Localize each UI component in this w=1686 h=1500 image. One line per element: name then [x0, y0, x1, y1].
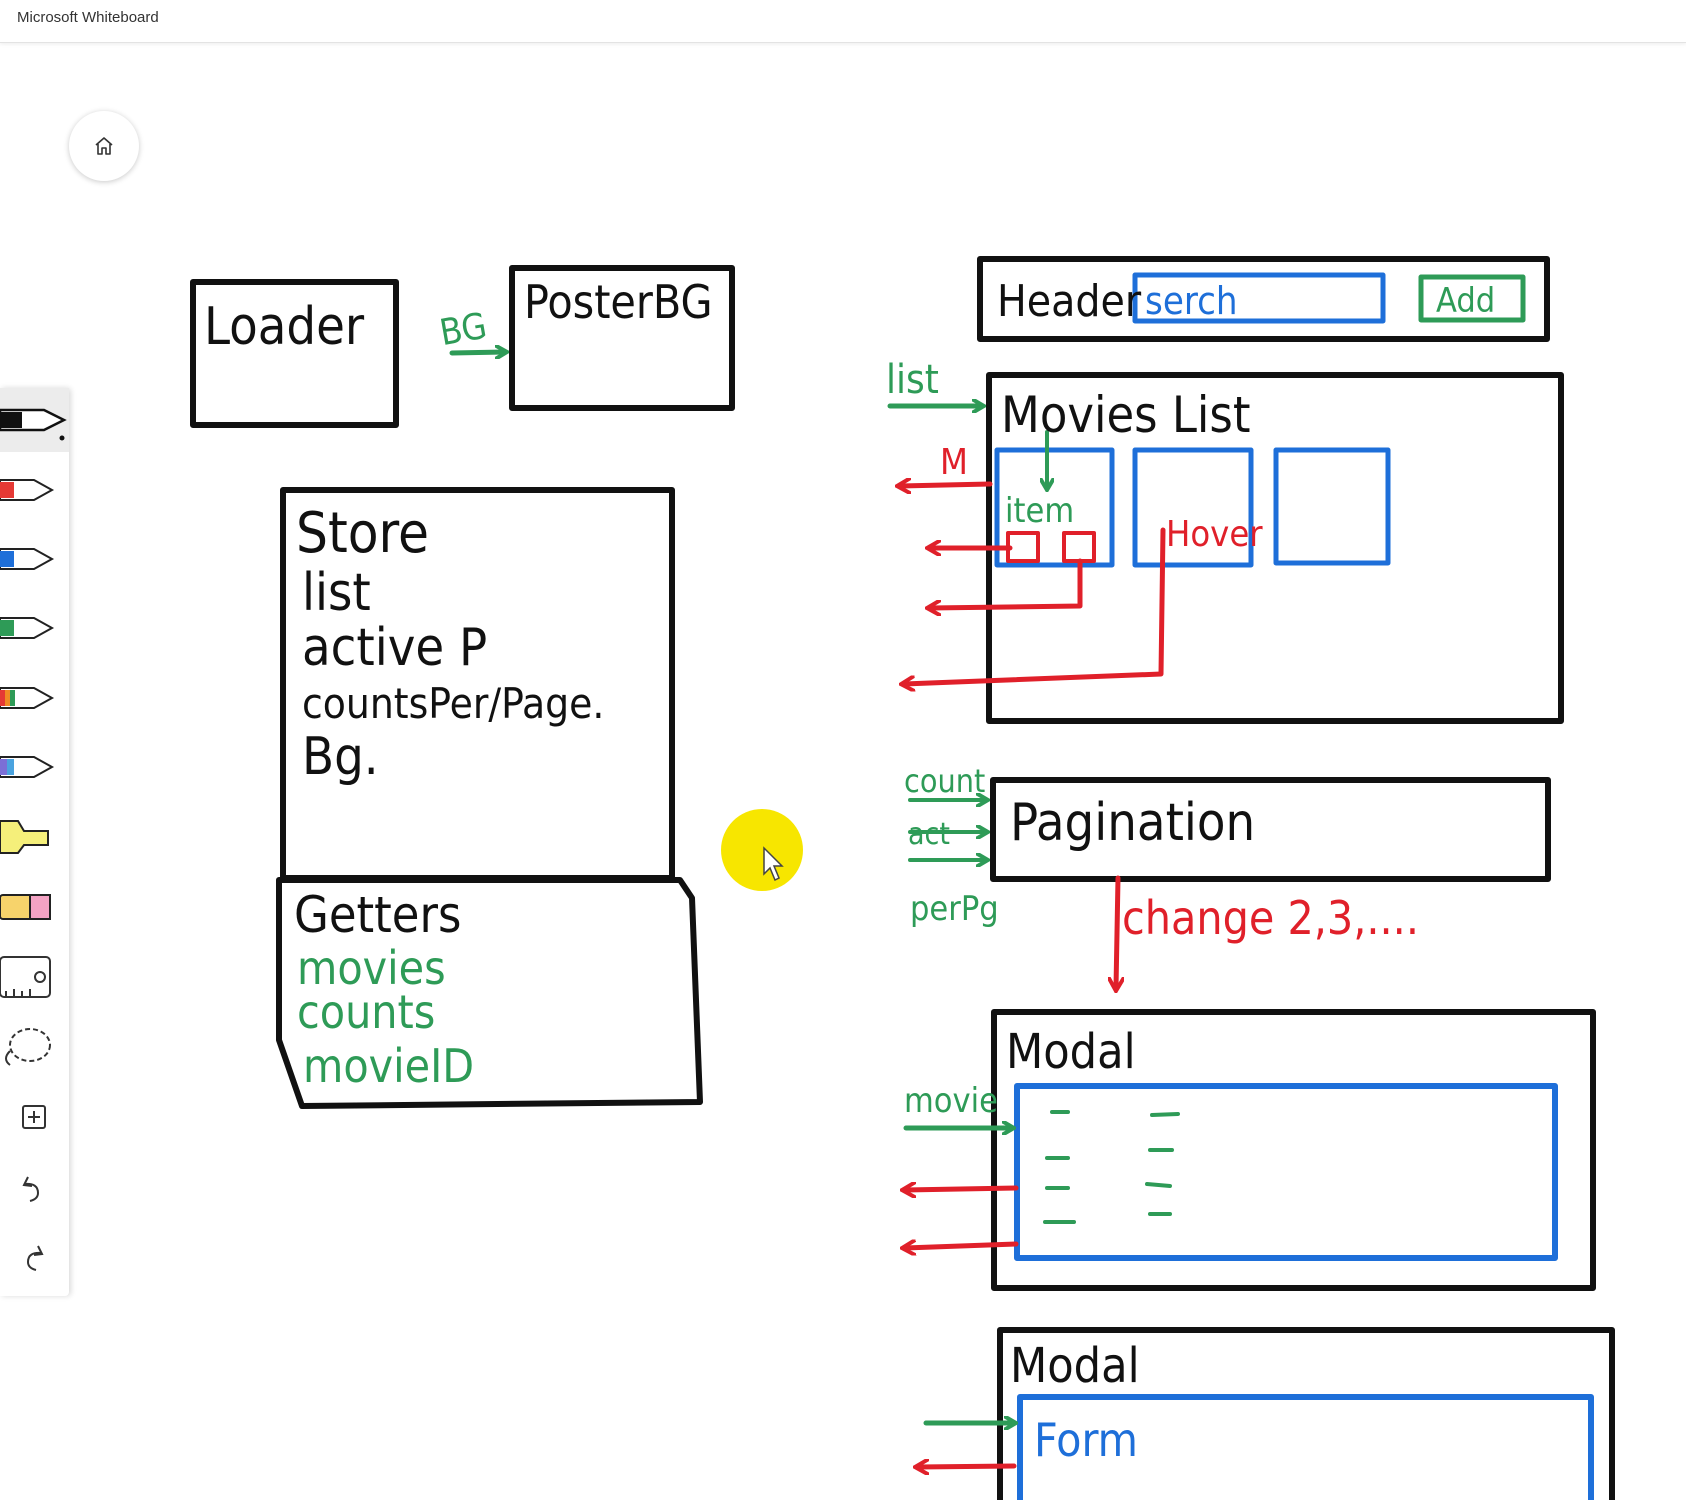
add-tool[interactable] — [0, 1085, 69, 1149]
redo-tool[interactable] — [0, 1224, 69, 1288]
ruler-icon — [0, 956, 51, 998]
galaxy-pen-icon — [0, 756, 55, 778]
green-pen-icon — [0, 617, 55, 639]
output-arrow-m — [900, 484, 993, 486]
rainbow-pen-icon — [0, 687, 55, 709]
modal-1-label: Modal — [1006, 1024, 1136, 1080]
item-button-1 — [1006, 531, 1040, 563]
getter-2: counts — [297, 985, 435, 1039]
pagination-label: Pagination — [1010, 793, 1255, 853]
modal-2-output — [918, 1466, 1017, 1467]
pen-red-tool[interactable] — [0, 458, 69, 522]
eraser-tool[interactable] — [0, 875, 69, 939]
store-line-2: active P — [302, 618, 487, 678]
pen-rainbow-tool[interactable] — [0, 666, 69, 730]
lasso-tool[interactable] — [0, 1015, 69, 1079]
search-label: serch — [1145, 279, 1238, 323]
movie-input-label: movie — [904, 1081, 998, 1121]
form-label: Form — [1034, 1413, 1138, 1467]
hover-label: Hover — [1166, 514, 1263, 555]
home-button[interactable] — [69, 111, 139, 181]
undo-icon — [22, 1176, 40, 1202]
eraser-icon — [0, 894, 51, 920]
undo-tool[interactable] — [0, 1155, 69, 1219]
output-arrow-2 — [930, 558, 1083, 608]
highlighter-icon — [0, 820, 49, 854]
pen-black-tool[interactable] — [0, 388, 69, 452]
movie-item-3 — [1273, 447, 1391, 566]
blue-pen-icon — [0, 548, 55, 570]
item-button-2 — [1062, 531, 1096, 563]
home-icon — [95, 137, 113, 155]
add-label: Add — [1436, 281, 1495, 321]
act-input-label: act — [908, 817, 950, 852]
ink-toolbar — [0, 388, 69, 1296]
pen-green-tool[interactable] — [0, 596, 69, 660]
lasso-icon — [5, 1028, 51, 1066]
whiteboard-canvas[interactable]: Loader BG PosterBG Store list active P c… — [0, 0, 1686, 1500]
bg-label: BG — [437, 306, 490, 354]
cursor-highlight — [721, 809, 803, 891]
movies-list-label: Movies List — [1001, 386, 1250, 444]
black-pen-icon — [0, 408, 67, 441]
list-label: list — [886, 357, 939, 403]
poster-label: PosterBG — [524, 275, 713, 329]
redo-icon — [26, 1245, 44, 1271]
pen-blue-tool[interactable] — [0, 527, 69, 591]
bg-arrow — [449, 352, 505, 353]
getter-3: movieID — [303, 1039, 474, 1093]
store-line-1: list — [302, 563, 371, 623]
header-label: Header — [997, 276, 1142, 327]
pen-galaxy-tool[interactable] — [0, 735, 69, 799]
item-label: item — [1005, 491, 1074, 531]
add-icon — [22, 1105, 46, 1129]
modal-2-label: Modal — [1010, 1338, 1140, 1394]
ruler-tool[interactable] — [0, 945, 69, 1009]
count-input-label: count — [904, 762, 985, 800]
store-line-3: countsPer/Page. — [302, 679, 604, 728]
modal-1-output-1 — [905, 1188, 1019, 1190]
change-arrow — [1116, 875, 1118, 988]
loader-label: Loader — [204, 297, 365, 357]
modal-1-dashes — [1043, 1110, 1180, 1224]
modal-1-output-2 — [905, 1244, 1019, 1248]
highlighter-tool[interactable] — [0, 805, 69, 869]
change-label: change 2,3,.... — [1122, 891, 1419, 945]
modal-1-content — [1014, 1083, 1558, 1261]
store-title: Store — [296, 501, 429, 566]
perpg-input-label: perPg — [910, 889, 999, 929]
red-pen-icon — [0, 479, 55, 501]
store-line-4: Bg. — [302, 727, 379, 787]
getters-title: Getters — [294, 886, 461, 944]
m-label: M — [940, 442, 968, 483]
